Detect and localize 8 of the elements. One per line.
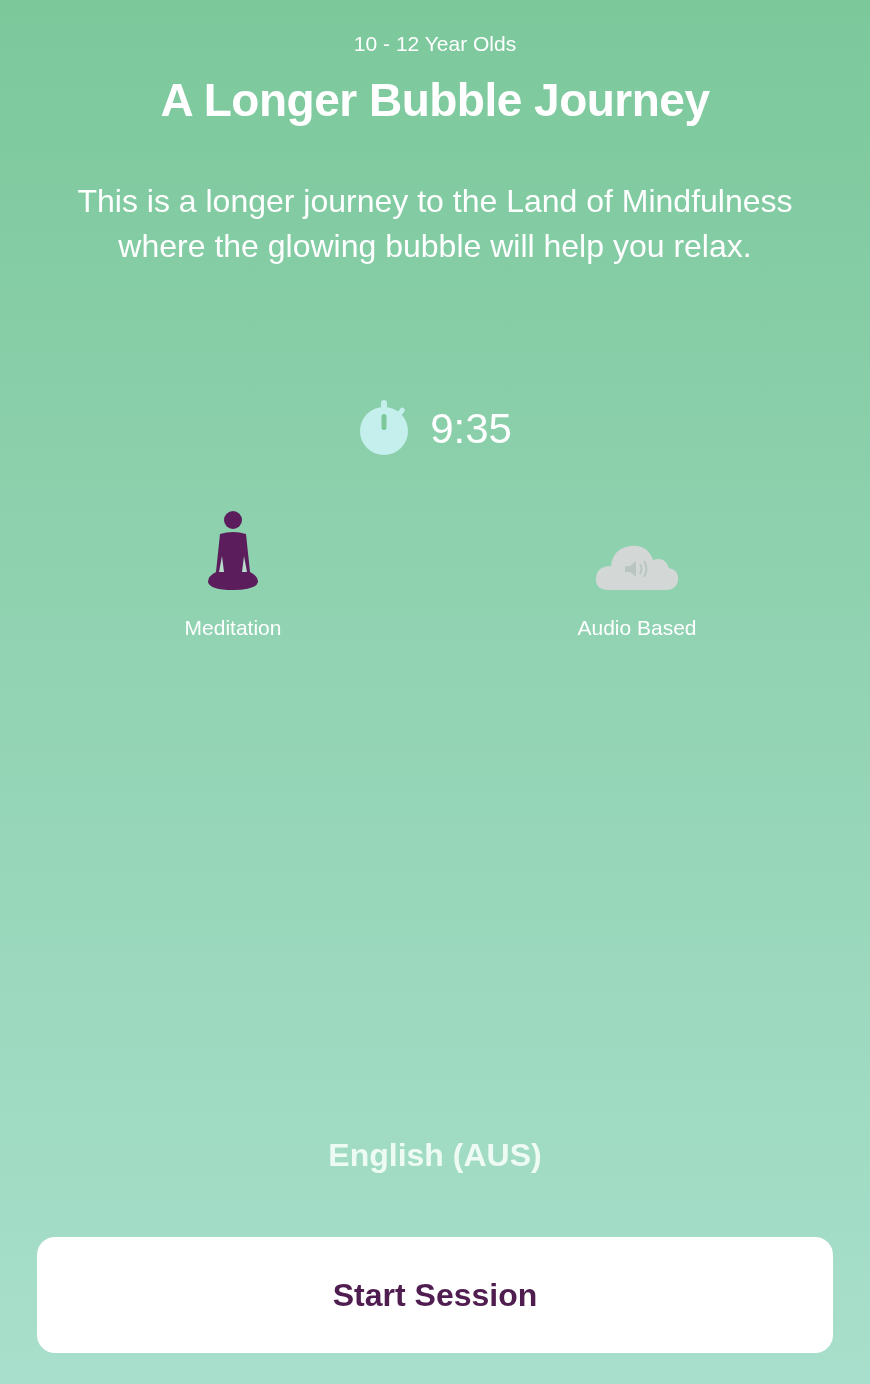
duration-text: 9:35 bbox=[430, 403, 512, 454]
feature-label: Meditation bbox=[184, 614, 282, 641]
age-group-label: 10 - 12 Year Olds bbox=[353, 31, 517, 57]
start-session-button[interactable]: Start Session bbox=[37, 1237, 833, 1353]
session-title: A Longer Bubble Journey bbox=[160, 72, 710, 128]
session-description: This is a longer journey to the Land of Mindfulness where the glowing bubble will help you relax. bbox=[76, 181, 794, 266]
feature-label: Audio Based bbox=[577, 614, 697, 641]
stopwatch-icon bbox=[358, 400, 411, 456]
